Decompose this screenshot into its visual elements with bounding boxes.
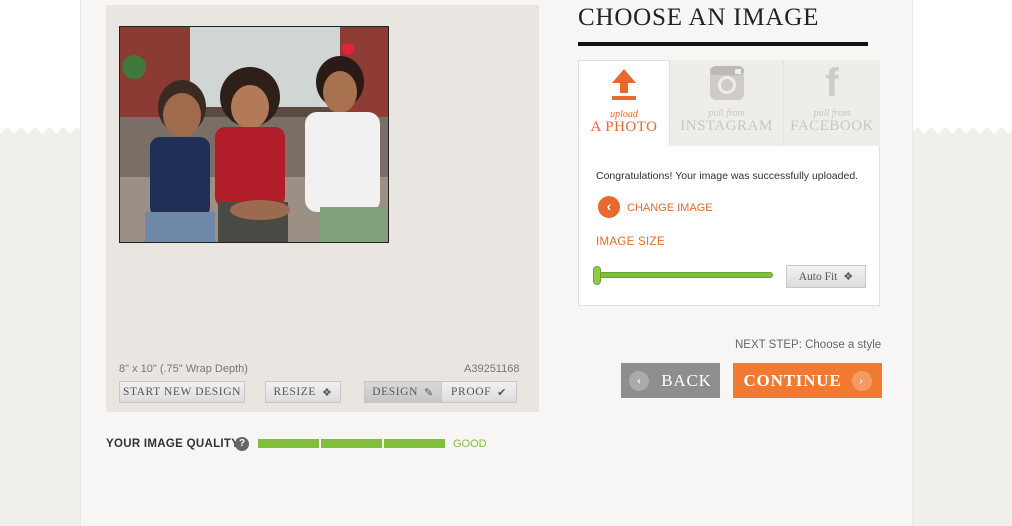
- proof-label: PROOF: [451, 386, 492, 398]
- start-new-design-label: START NEW DESIGN: [122, 386, 242, 398]
- slider-handle[interactable]: [593, 266, 601, 285]
- image-size-label: IMAGE SIZE: [596, 236, 665, 248]
- tab-upload-photo[interactable]: upload A PHOTO: [578, 60, 670, 147]
- tab-upload-main: A PHOTO: [590, 119, 658, 135]
- quality-segment: [258, 439, 319, 448]
- title-divider: [578, 42, 868, 46]
- checkmark-icon: ✔: [497, 386, 507, 399]
- page-title: CHOOSE AN IMAGE: [578, 4, 820, 31]
- image-quality-label: YOUR IMAGE QUALITY: [106, 438, 240, 450]
- back-label: BACK: [661, 370, 712, 390]
- design-label: DESIGN: [372, 386, 418, 398]
- auto-fit-icon: ❖: [843, 271, 854, 283]
- upload-success-message: Congratulations! Your image was successf…: [596, 170, 859, 182]
- photo-image: [120, 27, 388, 242]
- help-icon[interactable]: ?: [235, 437, 249, 451]
- tab-facebook-main: FACEBOOK: [790, 118, 874, 134]
- next-step-hint: NEXT STEP: Choose a style: [735, 339, 881, 351]
- tab-instagram[interactable]: pull from INSTAGRAM: [670, 60, 783, 147]
- image-size-slider[interactable]: [596, 272, 773, 278]
- auto-fit-button[interactable]: Auto Fit ❖: [786, 265, 866, 288]
- resize-icon: ❖: [322, 386, 333, 399]
- chevron-left-icon[interactable]: ‹: [598, 196, 620, 218]
- resize-button[interactable]: RESIZE ❖: [265, 381, 341, 403]
- auto-fit-label: Auto Fit: [798, 270, 838, 283]
- tab-instagram-main: INSTAGRAM: [680, 118, 773, 134]
- chevron-left-icon: ‹: [629, 370, 650, 391]
- next-step-value: Choose a style: [805, 339, 882, 351]
- chevron-right-icon: ›: [851, 370, 872, 391]
- quality-status: GOOD: [453, 438, 487, 450]
- back-button[interactable]: ‹ BACK: [621, 363, 720, 398]
- proof-toggle-button[interactable]: PROOF ✔: [441, 381, 517, 403]
- next-step-label: NEXT STEP:: [735, 339, 802, 351]
- continue-label: CONTINUE: [743, 370, 842, 390]
- quality-segment: [384, 439, 445, 448]
- facebook-icon: f: [825, 60, 839, 105]
- image-source-tabs: upload A PHOTO pull from INSTAGRAM f pul…: [578, 60, 880, 147]
- change-image-link[interactable]: CHANGE IMAGE: [627, 202, 713, 214]
- quality-segment: [321, 439, 382, 448]
- tab-facebook[interactable]: f pull from FACEBOOK: [783, 60, 880, 147]
- continue-button[interactable]: CONTINUE ›: [733, 363, 882, 398]
- pencil-icon: ✎: [423, 386, 434, 399]
- upload-arrow-icon: [579, 61, 669, 107]
- start-new-design-button[interactable]: START NEW DESIGN: [119, 381, 245, 403]
- quality-meter: [258, 439, 445, 448]
- sku-label: A39251168: [464, 363, 520, 375]
- design-toggle-button[interactable]: DESIGN ✎: [364, 381, 442, 403]
- instagram-icon: [670, 60, 783, 106]
- resize-label: RESIZE: [273, 386, 317, 398]
- uploaded-photo[interactable]: [119, 26, 389, 243]
- canvas-size-label: 8" x 10" (.75" Wrap Depth): [119, 363, 248, 375]
